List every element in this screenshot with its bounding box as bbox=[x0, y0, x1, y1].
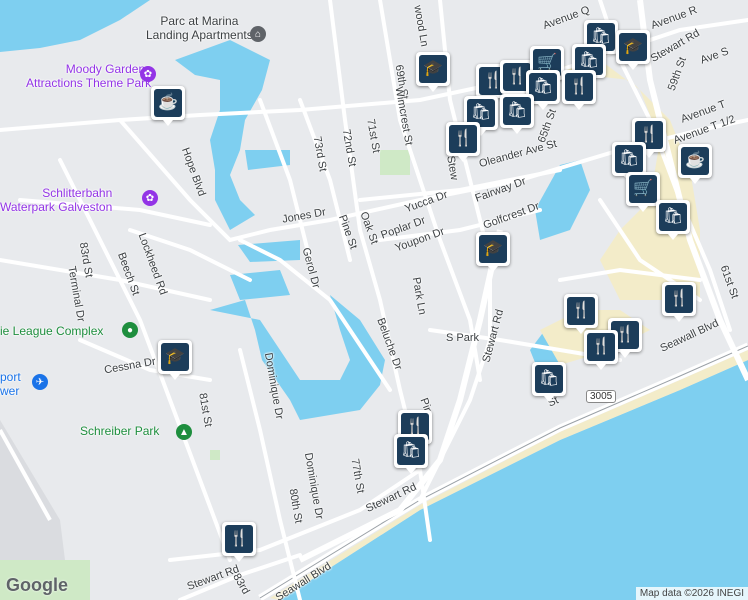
shopping-bag-icon: 🛍 bbox=[659, 203, 687, 231]
coffee-cup-icon: ☕ bbox=[154, 89, 182, 117]
poi-label-airport[interactable]: port wer bbox=[0, 370, 21, 398]
highway-shield: 3005 bbox=[586, 390, 617, 403]
graduation-cap-icon: 🎓 bbox=[161, 343, 189, 371]
map-attribution[interactable]: Map data ©2026 INEGI bbox=[635, 587, 748, 600]
fork-knife-icon: 🍴 bbox=[567, 297, 595, 325]
pin-grocery[interactable]: 🛒 bbox=[626, 172, 660, 212]
pin-shopping[interactable]: 🛍 bbox=[500, 94, 534, 134]
shopping-bag-icon: 🛍 bbox=[397, 437, 425, 465]
poi-label-schlitterbahn[interactable]: Schlitterbahn Waterpark Galveston bbox=[0, 186, 112, 214]
pin-school[interactable]: 🎓 bbox=[158, 340, 192, 380]
pin-restaurant[interactable]: 🍴 bbox=[662, 282, 696, 322]
fork-knife-icon: 🍴 bbox=[449, 125, 477, 153]
coffee-cup-icon: ☕ bbox=[681, 147, 709, 175]
street-label: S Park bbox=[446, 332, 480, 344]
poi-label-schreiber-park[interactable]: Schreiber Park bbox=[80, 424, 159, 438]
apartment-icon[interactable]: ⌂ bbox=[250, 26, 266, 42]
pin-shopping[interactable]: 🛍 bbox=[394, 434, 428, 474]
poi-label-league-complex[interactable]: ie League Complex bbox=[0, 324, 103, 338]
graduation-cap-icon: 🎓 bbox=[419, 55, 447, 83]
pin-restaurant[interactable]: 🍴 bbox=[584, 330, 618, 370]
shopping-bag-icon: 🛍 bbox=[615, 145, 643, 173]
theme-park-icon[interactable]: ✿ bbox=[140, 66, 156, 82]
airport-icon[interactable]: ✈ bbox=[32, 374, 48, 390]
graduation-cap-icon: 🎓 bbox=[619, 33, 647, 61]
graduation-cap-icon: 🎓 bbox=[479, 235, 507, 263]
poi-label-moody-gardens[interactable]: Moody Gardens Attractions Theme Park bbox=[26, 62, 151, 90]
sports-icon[interactable]: ● bbox=[122, 322, 138, 338]
poi-label-parc-at-marina[interactable]: Parc at Marina Landing Apartments bbox=[146, 14, 253, 42]
fork-knife-icon: 🍴 bbox=[587, 333, 615, 361]
google-logo[interactable]: Google bbox=[6, 575, 68, 596]
pin-restaurant[interactable]: 🍴 bbox=[562, 70, 596, 110]
pin-school[interactable]: 🎓 bbox=[616, 30, 650, 70]
tree-icon[interactable]: ▲ bbox=[176, 424, 192, 440]
pin-restaurant[interactable]: 🍴 bbox=[564, 294, 598, 334]
pin-shopping[interactable]: 🛍 bbox=[612, 142, 646, 182]
pin-shopping[interactable]: 🛍 bbox=[532, 362, 566, 402]
pin-coffee[interactable]: ☕ bbox=[678, 144, 712, 184]
theme-park-icon[interactable]: ✿ bbox=[142, 190, 158, 206]
pin-shopping[interactable]: 🛍 bbox=[656, 200, 690, 240]
map-canvas[interactable]: Parc at Marina Landing Apartments ⌂ Mood… bbox=[0, 0, 748, 600]
pin-restaurant[interactable]: 🍴 bbox=[446, 122, 480, 162]
pin-school[interactable]: 🎓 bbox=[476, 232, 510, 272]
pin-restaurant[interactable]: 🍴 bbox=[222, 522, 256, 562]
shopping-cart-icon: 🛒 bbox=[629, 175, 657, 203]
fork-knife-icon: 🍴 bbox=[665, 285, 693, 313]
shopping-bag-icon: 🛍 bbox=[503, 97, 531, 125]
pin-coffee[interactable]: ☕ bbox=[151, 86, 185, 126]
fork-knife-icon: 🍴 bbox=[225, 525, 253, 553]
shopping-bag-icon: 🛍 bbox=[535, 365, 563, 393]
pin-school[interactable]: 🎓 bbox=[416, 52, 450, 92]
fork-knife-icon: 🍴 bbox=[565, 73, 593, 101]
